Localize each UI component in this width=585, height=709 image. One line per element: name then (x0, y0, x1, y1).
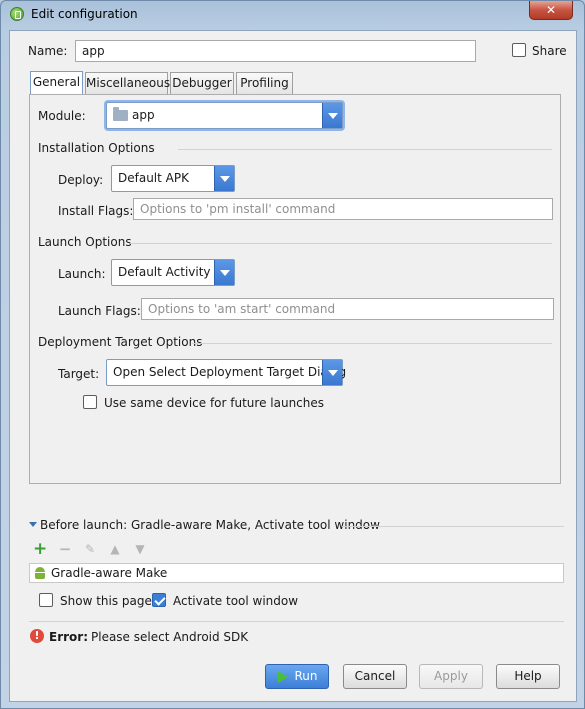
window-title: Edit configuration (31, 7, 138, 21)
dialog-content: Name: Share General Miscellaneous Debugg… (9, 30, 577, 702)
launch-dropdown[interactable]: Default Activity (111, 259, 235, 286)
deployment-target-options-title: Deployment Target Options (38, 335, 203, 349)
install-flags-label: Install Flags: (58, 204, 134, 218)
collapse-triangle-icon[interactable] (29, 522, 37, 527)
list-item[interactable]: Gradle-aware Make (29, 563, 564, 583)
close-button[interactable]: ✕ (529, 1, 573, 20)
chevron-down-icon[interactable] (214, 260, 234, 285)
separator (178, 149, 552, 150)
tab-miscellaneous[interactable]: Miscellaneous (85, 72, 170, 94)
module-label: Module: (38, 109, 86, 123)
error-message: Please select Android SDK (91, 630, 249, 644)
move-down-icon[interactable]: ▼ (133, 542, 147, 556)
run-button[interactable]: Run (265, 664, 329, 689)
run-icon (278, 671, 288, 683)
separator (342, 526, 564, 527)
error-icon: ! (30, 629, 44, 643)
launch-flags-field[interactable] (141, 298, 554, 320)
separator (130, 243, 552, 244)
activate-tool-window-label: Activate tool window (173, 594, 299, 608)
tab-profiling[interactable]: Profiling (236, 72, 293, 94)
show-this-page-label: Show this page (60, 594, 152, 608)
android-studio-icon (10, 7, 24, 21)
android-icon (34, 567, 46, 579)
share-checkbox[interactable] (512, 43, 526, 57)
launch-label: Launch: (58, 267, 106, 281)
target-value: Open Select Deployment Target Dialog (113, 365, 347, 379)
same-device-label: Use same device for future launches (104, 396, 325, 410)
separator (29, 621, 564, 622)
module-folder-icon (113, 107, 128, 121)
dialog-window: Edit configuration ✕ Name: Share General… (0, 0, 585, 709)
launch-value: Default Activity (118, 265, 211, 279)
module-dropdown[interactable]: app (106, 102, 343, 129)
module-value: app (132, 108, 155, 122)
deploy-dropdown[interactable]: Default APK (111, 165, 235, 192)
install-flags-field[interactable] (133, 198, 553, 220)
target-dropdown[interactable]: Open Select Deployment Target Dialog (106, 359, 347, 386)
share-label: Share (532, 44, 567, 58)
activate-tool-window-checkbox[interactable] (152, 593, 166, 607)
chevron-down-icon[interactable] (214, 166, 234, 191)
tab-debugger[interactable]: Debugger (170, 72, 234, 94)
chevron-down-icon[interactable] (322, 103, 342, 128)
edit-icon[interactable]: ✎ (83, 542, 97, 556)
same-device-checkbox[interactable] (83, 395, 97, 409)
target-label: Target: (58, 367, 100, 381)
before-launch-title[interactable]: Before launch: Gradle-aware Make, Activa… (40, 518, 380, 532)
separator (192, 343, 552, 344)
general-tab-panel: Module: app Installation Options Deploy:… (29, 94, 561, 484)
installation-options-title: Installation Options (38, 141, 155, 155)
move-up-icon[interactable]: ▲ (108, 542, 122, 556)
show-this-page-checkbox[interactable] (39, 593, 53, 607)
deploy-label: Deploy: (58, 173, 104, 187)
chevron-down-icon[interactable] (322, 360, 342, 385)
title-bar[interactable]: Edit configuration ✕ (1, 1, 584, 29)
apply-button[interactable]: Apply (419, 664, 483, 689)
launch-options-title: Launch Options (38, 235, 132, 249)
tab-general[interactable]: General (30, 71, 83, 95)
deploy-value: Default APK (118, 171, 189, 185)
task-label: Gradle-aware Make (51, 566, 168, 580)
error-prefix: Error: (49, 630, 88, 644)
name-label: Name: (28, 44, 68, 58)
cancel-button[interactable]: Cancel (343, 664, 407, 689)
add-icon[interactable]: + (33, 541, 47, 558)
name-field[interactable] (75, 40, 476, 62)
remove-icon[interactable]: − (58, 542, 72, 557)
launch-flags-label: Launch Flags: (58, 304, 141, 318)
help-button[interactable]: Help (496, 664, 560, 689)
